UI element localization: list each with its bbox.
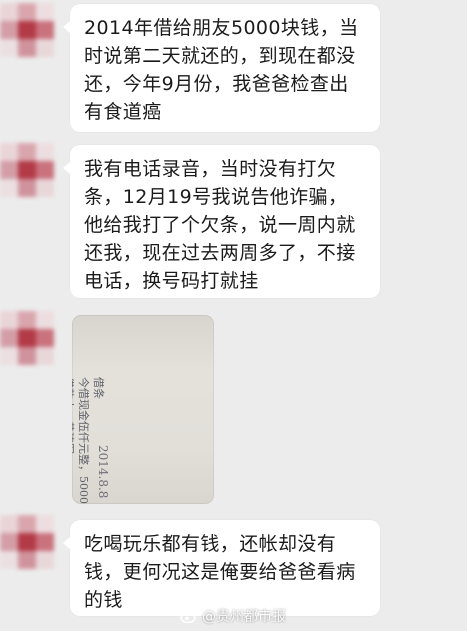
message-bubble[interactable]: 2014年借给朋友5000块钱，当 时说第二天就还的，到现在都没 还，今年9月份…: [63, 4, 380, 132]
message-row: 借条 今借现金伍仟元整，5000元 借款人：黄建军 2014.8.8: [0, 308, 467, 513]
avatar[interactable]: [0, 515, 56, 571]
message-row: 2014年借给朋友5000块钱，当 时说第二天就还的，到现在都没 还，今年9月份…: [0, 0, 467, 140]
chat-conversation: 2014年借给朋友5000块钱，当 时说第二天就还的，到现在都没 还，今年9月份…: [0, 0, 467, 631]
message-bubble[interactable]: 我有电话录音，当时没有打欠 条，12月19号我说告他诈骗， 他给我打了个欠条，说…: [63, 145, 380, 298]
message-bubble[interactable]: 吃喝玩乐都有钱，还帐却没有 钱，更何况这是俺要给爸爸看病 的钱: [63, 520, 380, 616]
avatar[interactable]: [0, 3, 56, 59]
message-text: 2014年借给朋友5000块钱，当 时说第二天就还的，到现在都没 还，今年9月份…: [84, 17, 359, 123]
avatar[interactable]: [0, 311, 56, 367]
message-text: 我有电话录音，当时没有打欠 条，12月19号我说告他诈骗， 他给我打了个欠条，说…: [84, 158, 356, 292]
weibo-icon: [180, 609, 198, 624]
iou-photo[interactable]: 借条 今借现金伍仟元整，5000元 借款人：黄建军 2014.8.8: [72, 315, 214, 504]
iou-date: 2014.8.8: [96, 445, 110, 499]
message-text: 吃喝玩乐都有钱，还帐却没有 钱，更何况这是俺要给爸爸看病 的钱: [84, 533, 356, 611]
message-row: 我有电话录音，当时没有打欠 条，12月19号我说告他诈骗， 他给我打了个欠条，说…: [0, 140, 467, 300]
avatar[interactable]: [0, 143, 56, 199]
watermark: @贵州都市报: [180, 606, 286, 626]
watermark-text: @贵州都市报: [202, 609, 286, 625]
